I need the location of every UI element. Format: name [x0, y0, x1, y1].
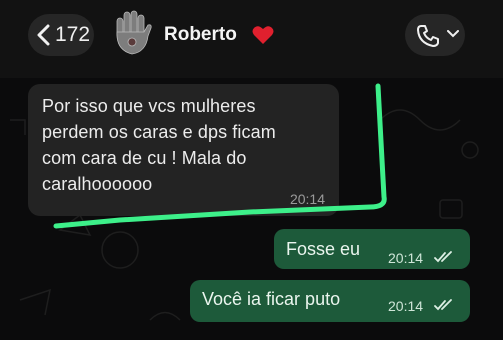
- hand-icon: [116, 10, 152, 55]
- message-line: caralhoooooo: [42, 174, 153, 194]
- chevron-down-icon: [447, 30, 459, 38]
- unread-count: 172: [55, 23, 91, 46]
- chat-header: 172 Roberto: [0, 0, 503, 78]
- contact-name[interactable]: Roberto: [164, 24, 237, 46]
- outgoing-message[interactable]: Você ia ficar puto 20:14: [190, 280, 470, 322]
- back-button[interactable]: 172: [28, 14, 94, 56]
- outgoing-message[interactable]: Fosse eu 20:14: [274, 229, 470, 269]
- avatar[interactable]: [108, 8, 156, 60]
- message-time: 20:14: [289, 191, 325, 207]
- message-line: com cara de cu ! Mala do: [42, 148, 247, 168]
- phone-icon: [417, 25, 439, 47]
- double-check-icon: [434, 299, 452, 311]
- message-line: perdem os caras e dps ficam: [42, 122, 276, 142]
- message-text: Você ia ficar puto: [202, 289, 341, 309]
- message-text: Fosse eu: [286, 239, 361, 259]
- message-time: 20:14: [388, 250, 424, 266]
- incoming-message[interactable]: Por isso que vcs mulheres perdem os cara…: [28, 84, 339, 216]
- message-time: 20:14: [388, 298, 424, 314]
- heart-icon: [252, 26, 274, 44]
- message-line: Por isso que vcs mulheres: [42, 96, 256, 116]
- message-text: Por isso que vcs mulheres perdem os cara…: [42, 93, 329, 197]
- double-check-icon: [434, 251, 452, 263]
- chevron-left-icon: [37, 24, 50, 46]
- call-button[interactable]: [405, 14, 465, 56]
